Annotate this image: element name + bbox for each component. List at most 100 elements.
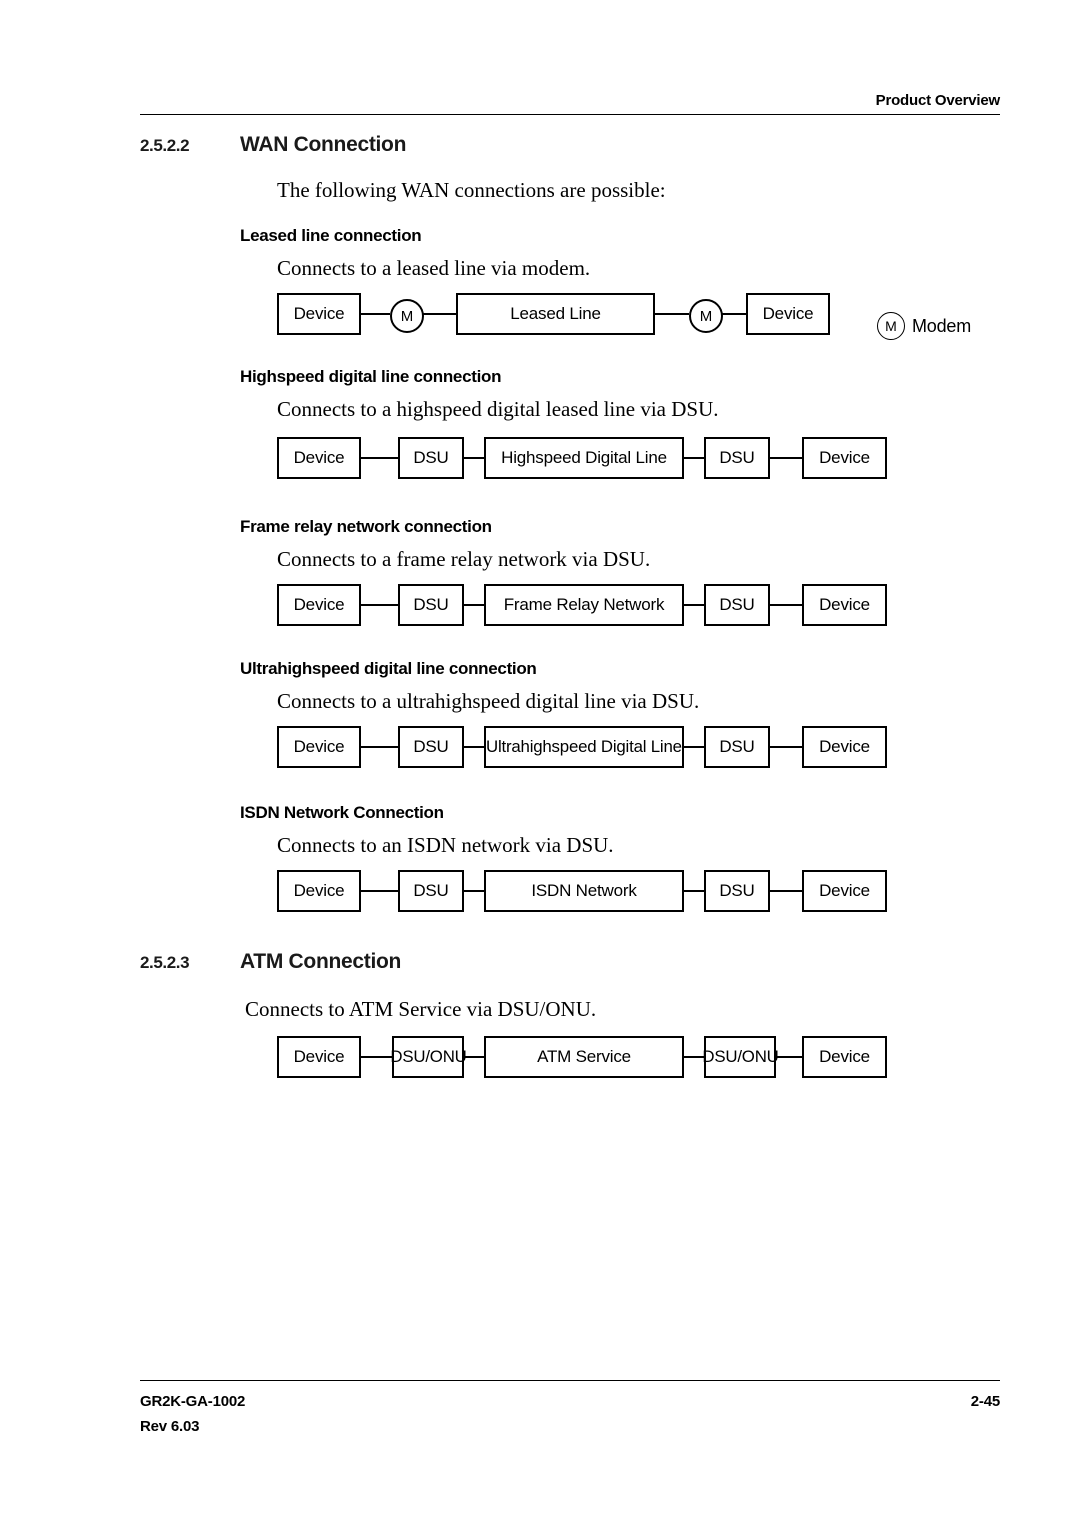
footer-revision: Rev 6.03 — [140, 1418, 200, 1435]
box-label: Device — [819, 448, 870, 467]
diagram-connector — [721, 313, 746, 315]
section-title: WAN Connection — [240, 133, 407, 156]
diagram-connector — [684, 890, 704, 892]
legend-symbol-label: M — [885, 318, 897, 334]
body-leased-line: Connects to a leased line via modem. — [277, 256, 591, 280]
diagram-connector — [776, 1056, 802, 1058]
diagram-box-device-left: Device — [277, 726, 361, 768]
box-label: ISDN Network — [531, 881, 637, 900]
modem-icon-left: M — [390, 299, 424, 333]
diagram-box-dsu-left: DSU — [398, 584, 464, 626]
diagram-box-dsu-left: DSU — [398, 726, 464, 768]
box-label: Device — [819, 737, 870, 756]
diagram-box-device-right: Device — [802, 584, 887, 626]
diagram-box-middle: Frame Relay Network — [484, 584, 684, 626]
box-label: Device — [293, 448, 345, 467]
diagram-connector — [770, 604, 802, 606]
modem-label: M — [699, 307, 713, 325]
footer-page-number: 2-45 — [970, 1393, 1000, 1410]
diagram-box-middle: Ultrahighspeed Digital Line — [484, 726, 684, 768]
diagram-highspeed: Device DSU Highspeed Digital Line DSU De… — [277, 437, 897, 483]
diagram-box-middle: Highspeed Digital Line — [484, 437, 684, 479]
box-label: Frame Relay Network — [503, 595, 665, 614]
diagram-connector — [684, 746, 704, 748]
box-label: Device — [293, 304, 345, 323]
page-header: Product Overview — [140, 92, 1000, 115]
diagram-connector — [361, 457, 398, 459]
diagram-box-device-left: Device — [277, 437, 361, 479]
body-isdn: Connects to an ISDN network via DSU. — [277, 833, 614, 857]
subheading-ultrahighspeed: Ultrahighspeed digital line connection — [240, 659, 537, 678]
box-label: Leased Line — [510, 304, 601, 323]
diagram-connector — [361, 604, 398, 606]
box-label: DSU/ONU — [389, 1047, 467, 1066]
diagram-box-middle: ATM Service — [484, 1036, 684, 1078]
section-heading-wan: 2.5.2.2 WAN Connection — [140, 133, 406, 157]
box-label: DSU — [413, 448, 449, 467]
diagram-atm: Device DSU/ONU ATM Service DSU/ONU Devic… — [277, 1036, 897, 1082]
box-label: Device — [293, 737, 345, 756]
diagram-box-dsu-right: DSU — [704, 437, 770, 479]
diagram-connector — [684, 1056, 704, 1058]
section-number: 2.5.2.2 — [140, 136, 190, 155]
box-label: Device — [819, 595, 870, 614]
diagram-box-dsu-left: DSU — [398, 437, 464, 479]
diagram-connector — [684, 457, 704, 459]
section-heading-atm: 2.5.2.3 ATM Connection — [140, 950, 401, 974]
diagram-box-dsu-right: DSU — [704, 584, 770, 626]
diagram-box-dsu-left: DSU — [398, 870, 464, 912]
box-label: DSU/ONU — [701, 1047, 779, 1066]
legend-text: Modem — [912, 315, 972, 336]
diagram-connector — [684, 604, 704, 606]
diagram-connector — [464, 604, 484, 606]
diagram-connector — [422, 313, 456, 315]
subheading-leased-line: Leased line connection — [240, 226, 422, 245]
diagram-connector — [361, 746, 398, 748]
diagram-leased-line: Device M Leased Line M Device — [277, 293, 897, 339]
box-label: ATM Service — [537, 1047, 631, 1066]
box-label: Device — [819, 881, 870, 900]
diagram-box-device-right: Device — [802, 1036, 887, 1078]
header-title: Product Overview — [875, 92, 1001, 109]
section-number: 2.5.2.3 — [140, 953, 190, 972]
box-label: Ultrahighspeed Digital Line — [486, 737, 682, 756]
box-label: Device — [762, 304, 814, 323]
diagram-connector — [361, 313, 390, 315]
modem-label: M — [400, 307, 414, 325]
diagram-connector — [464, 1056, 484, 1058]
diagram-connector — [770, 890, 802, 892]
diagram-isdn: Device DSU ISDN Network DSU Device — [277, 870, 897, 916]
modem-icon-right: M — [689, 299, 723, 333]
box-label: DSU — [413, 737, 449, 756]
box-label: DSU — [719, 595, 755, 614]
subheading-frame-relay: Frame relay network connection — [240, 517, 492, 536]
diagram-frame-relay: Device DSU Frame Relay Network DSU Devic… — [277, 584, 897, 630]
diagram-box-dsu-onu-right: DSU/ONU — [701, 1036, 779, 1078]
document-page: Product Overview 2.5.2.2 WAN Connection … — [0, 0, 1080, 1528]
diagram-box-device-left: Device — [277, 870, 361, 912]
subheading-isdn: ISDN Network Connection — [240, 803, 444, 822]
diagram-connector — [655, 313, 689, 315]
box-label: DSU — [413, 881, 449, 900]
body-frame-relay: Connects to a frame relay network via DS… — [277, 547, 651, 571]
box-label: Device — [293, 1047, 345, 1066]
diagram-connector — [770, 746, 802, 748]
header-divider — [140, 114, 1000, 115]
diagram-box-dsu-right: DSU — [704, 726, 770, 768]
diagram-connector — [464, 746, 484, 748]
footer-document-id: GR2K-GA-1002 Rev 6.03 — [140, 1389, 245, 1439]
diagram-box-device-left: Device — [277, 584, 361, 626]
diagram-box-middle: ISDN Network — [484, 870, 684, 912]
body-ultrahighspeed: Connects to a ultrahighspeed digital lin… — [277, 689, 700, 713]
diagram-connector — [464, 457, 484, 459]
box-label: Device — [293, 595, 345, 614]
subheading-highspeed: Highspeed digital line connection — [240, 367, 502, 386]
diagram-box-device-left: Device — [277, 293, 361, 335]
body-highspeed: Connects to a highspeed digital leased l… — [277, 397, 719, 421]
diagram-box-device-right: Device — [802, 726, 887, 768]
diagram-box-device-left: Device — [277, 1036, 361, 1078]
section-intro-wan: The following WAN connections are possib… — [277, 178, 666, 202]
diagram-box-device-right: Device — [802, 870, 887, 912]
modem-symbol-icon: M — [877, 312, 905, 340]
section-intro-atm: Connects to ATM Service via DSU/ONU. — [245, 997, 597, 1021]
